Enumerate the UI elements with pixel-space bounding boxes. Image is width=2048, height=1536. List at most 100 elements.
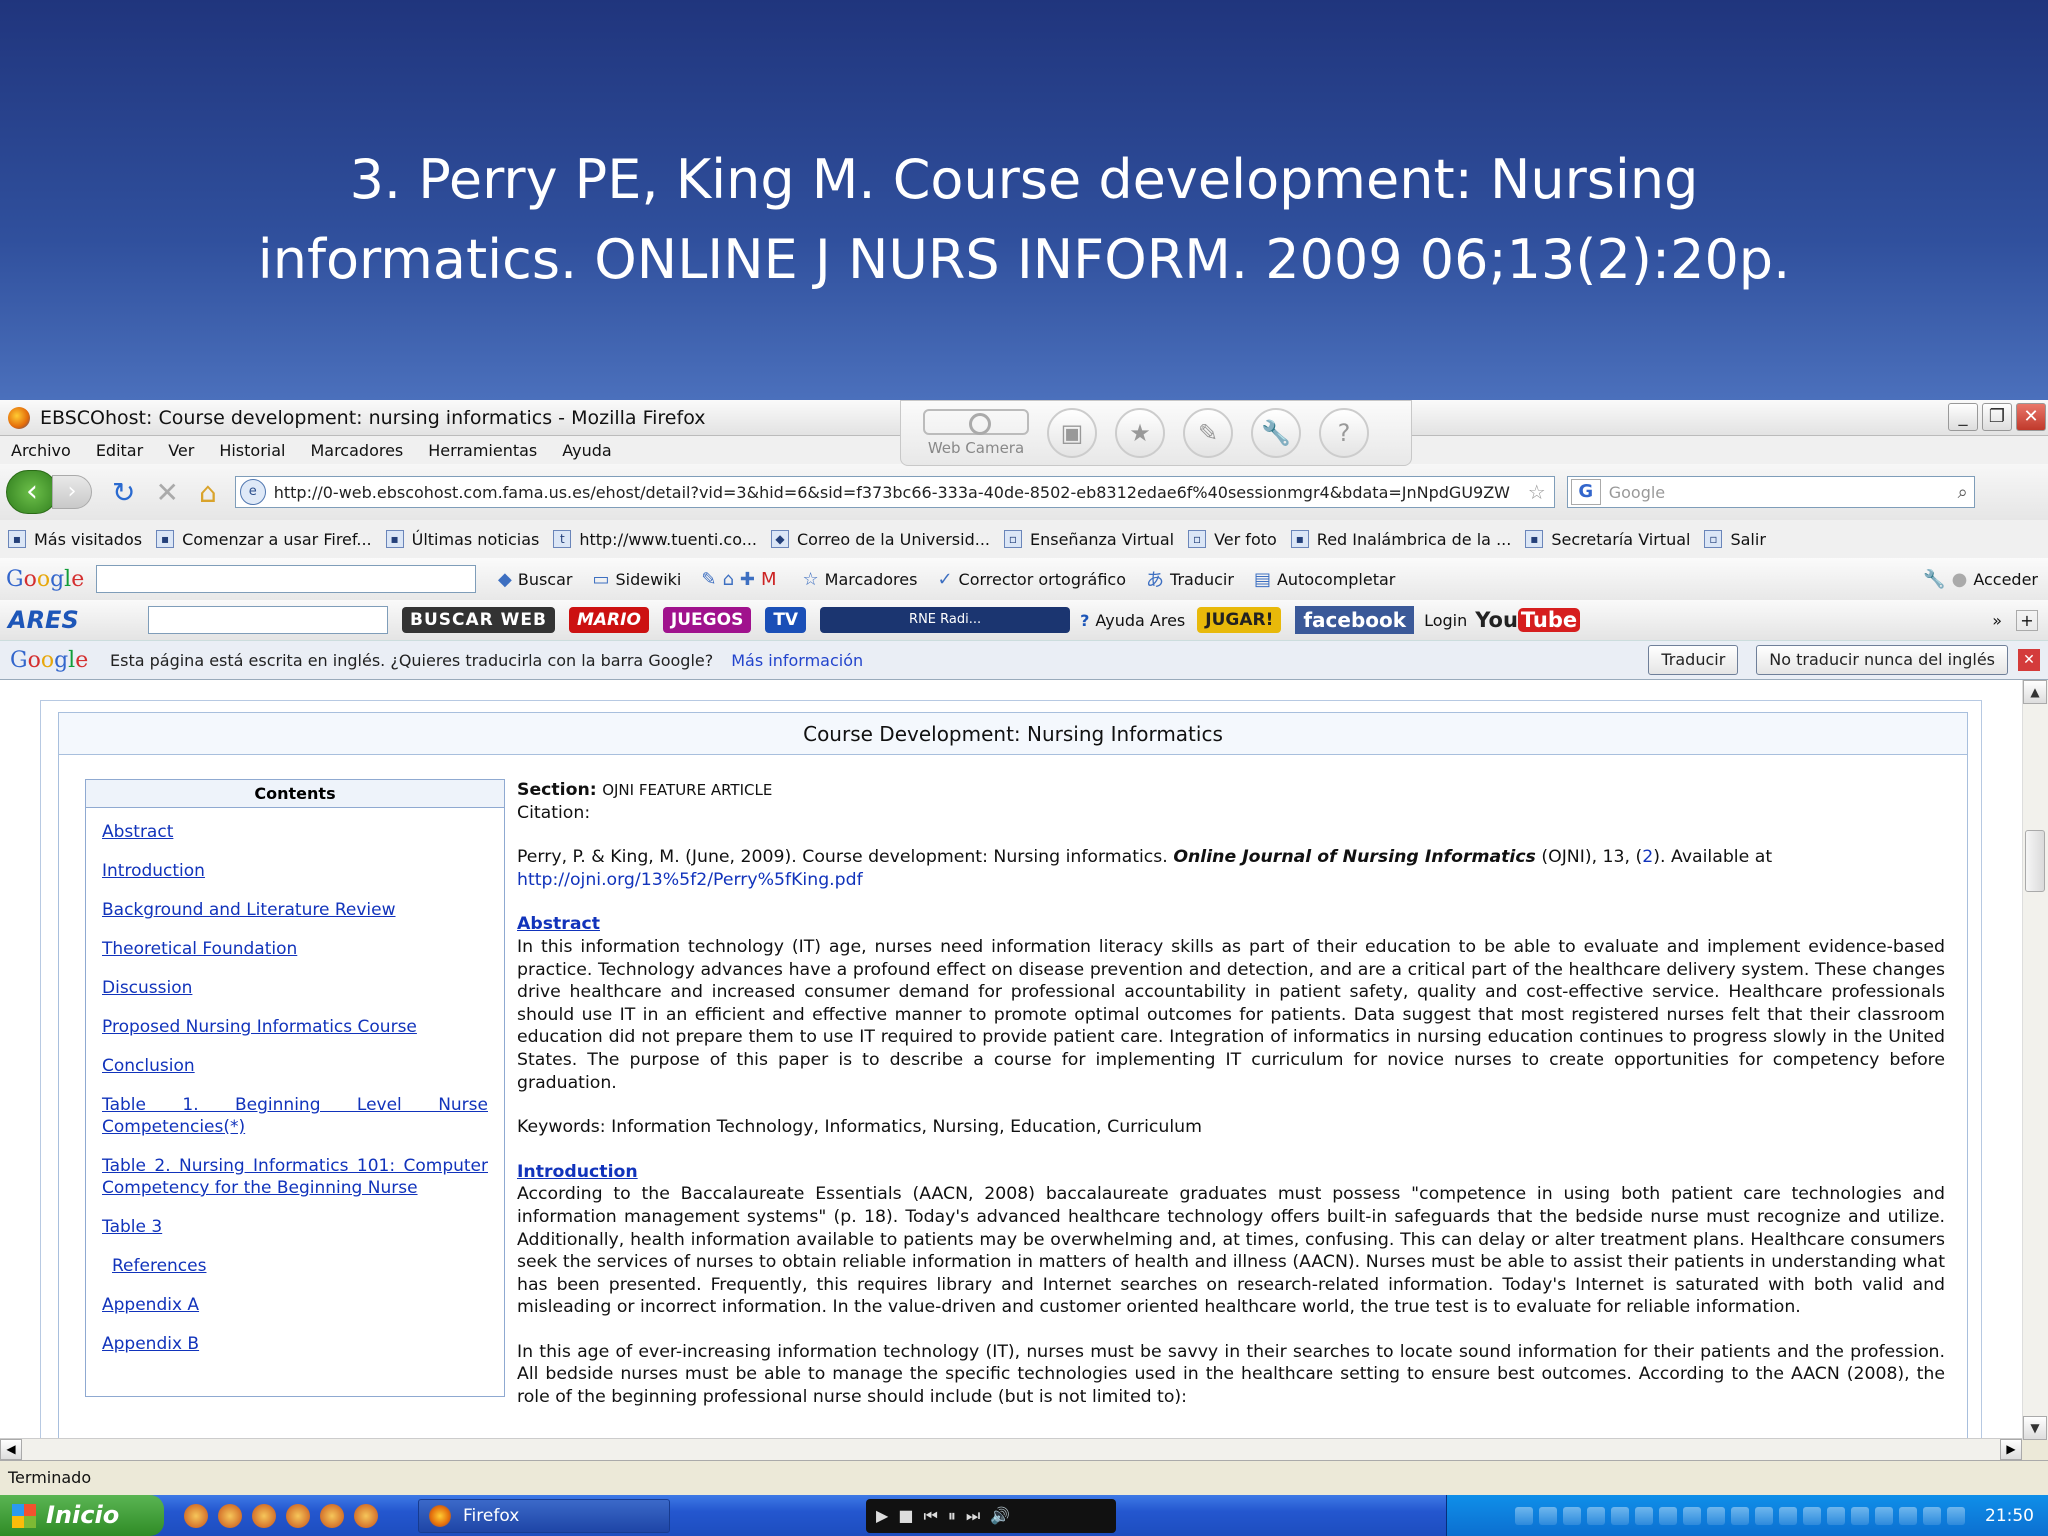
- horizontal-scrollbar[interactable]: ◀ ▶: [0, 1438, 2022, 1460]
- juegos-button[interactable]: JUEGOS: [662, 607, 752, 633]
- menu-editar[interactable]: Editar: [96, 441, 143, 460]
- never-translate-button[interactable]: No traducir nunca del inglés: [1756, 645, 2008, 675]
- radio-player[interactable]: RNE Radi...: [820, 607, 1071, 633]
- edit-icon[interactable]: ✎: [1183, 408, 1233, 458]
- citation-url-link[interactable]: http://ojni.org/13%5f2/Perry%5fKing.pdf: [517, 870, 863, 890]
- minimize-button[interactable]: _: [1948, 403, 1978, 431]
- toc-link-appendix-b[interactable]: Appendix B: [102, 1333, 488, 1355]
- youtube-button[interactable]: You Tube: [1475, 608, 1581, 632]
- search-icon[interactable]: ⌕: [1958, 482, 1968, 503]
- bookmark-item[interactable]: ▫ Ver foto: [1188, 530, 1277, 549]
- next-icon[interactable]: ⏭: [966, 1506, 980, 1526]
- toc-link-discussion[interactable]: Discussion: [102, 977, 488, 999]
- url-bar[interactable]: e http://0-web.ebscohost.com.fama.us.es/…: [234, 476, 1555, 508]
- toc-link-table-2[interactable]: Table 2. Nursing Informatics 101: Comput…: [102, 1155, 488, 1199]
- ie-icon[interactable]: [218, 1503, 242, 1528]
- sidewiki-button[interactable]: ▭ Sidewiki: [592, 569, 681, 590]
- wrench-icon[interactable]: 🔧: [1251, 408, 1301, 458]
- app-icon[interactable]: [252, 1503, 276, 1528]
- app-icon[interactable]: [354, 1503, 378, 1528]
- toc-link-table-3[interactable]: Table 3: [102, 1216, 488, 1238]
- login-link[interactable]: Login: [1424, 611, 1467, 630]
- taskbar-firefox-button[interactable]: Firefox: [418, 1498, 670, 1533]
- toc-link-introduction[interactable]: Introduction: [102, 860, 488, 882]
- jugar-button[interactable]: JUGAR!: [1197, 607, 1282, 633]
- forward-button[interactable]: ›: [52, 475, 92, 509]
- search-bar[interactable]: G Google ⌕: [1566, 476, 1975, 508]
- google-toolbar-input[interactable]: [96, 565, 476, 593]
- stop-icon[interactable]: ■: [898, 1506, 913, 1525]
- toc-link-appendix-a[interactable]: Appendix A: [102, 1294, 488, 1316]
- bookmark-star-icon[interactable]: ☆: [1528, 480, 1546, 504]
- spellcheck-button[interactable]: ✓ Corrector ortográfico: [937, 569, 1126, 590]
- bookmark-item[interactable]: ▫ Enseñanza Virtual: [1004, 530, 1174, 549]
- help-icon[interactable]: ?: [1319, 408, 1369, 458]
- close-icon[interactable]: ✕: [2018, 649, 2040, 671]
- overflow-chevron-icon[interactable]: »: [1992, 611, 2002, 630]
- toc-link-conclusion[interactable]: Conclusion: [102, 1055, 488, 1077]
- menu-ayuda[interactable]: Ayuda: [562, 441, 611, 460]
- reload-icon[interactable]: ↻: [112, 476, 135, 509]
- more-info-link[interactable]: Más información: [731, 651, 863, 670]
- buscar-web-button[interactable]: BUSCAR WEB: [402, 607, 555, 633]
- google-buscar-button[interactable]: ◆ Buscar: [498, 569, 572, 590]
- scroll-left-button[interactable]: ◀: [0, 1439, 22, 1460]
- bookmark-item[interactable]: ▪ Secretaría Virtual: [1525, 530, 1690, 549]
- ayuda-ares-button[interactable]: ? Ayuda Ares: [1080, 611, 1185, 630]
- marcadores-button[interactable]: ☆ Marcadores: [803, 569, 918, 590]
- pause-icon[interactable]: ⏸: [948, 1506, 956, 1526]
- home-icon[interactable]: ⌂: [199, 476, 217, 509]
- scroll-down-button[interactable]: ▼: [2023, 1416, 2047, 1440]
- chrome-icon[interactable]: [184, 1503, 208, 1528]
- favorite-icon[interactable]: ★: [1115, 408, 1165, 458]
- firefox-icon[interactable]: [286, 1503, 310, 1528]
- toc-link-references[interactable]: References: [112, 1255, 488, 1277]
- add-icon[interactable]: +: [2016, 609, 2038, 631]
- bookmark-item[interactable]: ◆ Correo de la Universid...: [770, 530, 990, 549]
- media-player-controls[interactable]: ▶ ■ ⏮ ⏸ ⏭ 🔊: [866, 1498, 1116, 1533]
- maximize-button[interactable]: ❐: [1982, 403, 2012, 431]
- menu-archivo[interactable]: Archivo: [11, 441, 71, 460]
- previous-icon[interactable]: ⏮: [923, 1506, 937, 1526]
- webcam-button[interactable]: Web Camera: [923, 409, 1029, 457]
- bookmark-item[interactable]: t http://www.tuenti.co...: [553, 530, 757, 549]
- volume-icon[interactable]: 🔊: [990, 1506, 1010, 1525]
- bookmark-item[interactable]: ▪ Comenzar a usar Firef...: [156, 530, 372, 549]
- menu-ver[interactable]: Ver: [168, 441, 194, 460]
- toc-link-background[interactable]: Background and Literature Review: [102, 899, 488, 921]
- facebook-button[interactable]: facebook: [1295, 606, 1415, 634]
- autocompletar-button[interactable]: ▤ Autocompletar: [1254, 569, 1395, 590]
- play-icon[interactable]: ▶: [876, 1506, 888, 1525]
- introduction-heading[interactable]: Introduction: [517, 1161, 1945, 1184]
- vertical-scrollbar[interactable]: ▲ ▼: [2022, 680, 2048, 1440]
- toc-link-proposed-course[interactable]: Proposed Nursing Informatics Course: [102, 1016, 488, 1038]
- google-engine-icon[interactable]: G: [1570, 479, 1601, 505]
- toc-link-table-1[interactable]: Table 1. Beginning Level Nurse Competenc…: [102, 1094, 488, 1138]
- menu-historial[interactable]: Historial: [219, 441, 285, 460]
- scroll-thumb[interactable]: [2025, 830, 2045, 892]
- back-button[interactable]: ‹: [6, 470, 58, 514]
- extra-icons[interactable]: ✎ ⌂ ✚ M: [701, 569, 782, 590]
- tv-button[interactable]: TV: [765, 607, 807, 633]
- ares-search-input[interactable]: [148, 606, 388, 634]
- bookmark-item[interactable]: ▫ Salir: [1704, 530, 1766, 549]
- citation-issue-link[interactable]: 2: [1642, 847, 1653, 867]
- bookmark-item[interactable]: ▪ Red Inalámbrica de la ...: [1290, 530, 1511, 549]
- start-button[interactable]: Inicio: [0, 1495, 164, 1536]
- close-button[interactable]: ✕: [2016, 403, 2046, 431]
- mario-button[interactable]: MARIO: [568, 607, 649, 633]
- stop-icon[interactable]: ✕: [155, 476, 178, 509]
- site-identity-icon[interactable]: e: [239, 479, 266, 505]
- toc-link-abstract[interactable]: Abstract: [102, 821, 488, 843]
- scroll-right-button[interactable]: ▶: [2000, 1439, 2022, 1460]
- menu-herramientas[interactable]: Herramientas: [428, 441, 537, 460]
- tray-icons[interactable]: [1515, 1506, 1965, 1525]
- abstract-heading[interactable]: Abstract: [517, 913, 1945, 936]
- app-icon[interactable]: [320, 1503, 344, 1528]
- scroll-up-button[interactable]: ▲: [2023, 680, 2047, 704]
- translate-button[interactable]: Traducir: [1648, 645, 1739, 675]
- menu-marcadores[interactable]: Marcadores: [310, 441, 403, 460]
- traducir-button[interactable]: あ Traducir: [1146, 566, 1234, 592]
- contact-icon[interactable]: ▣: [1047, 408, 1097, 458]
- acceder-button[interactable]: 🔧 ● Acceder: [1923, 569, 2038, 590]
